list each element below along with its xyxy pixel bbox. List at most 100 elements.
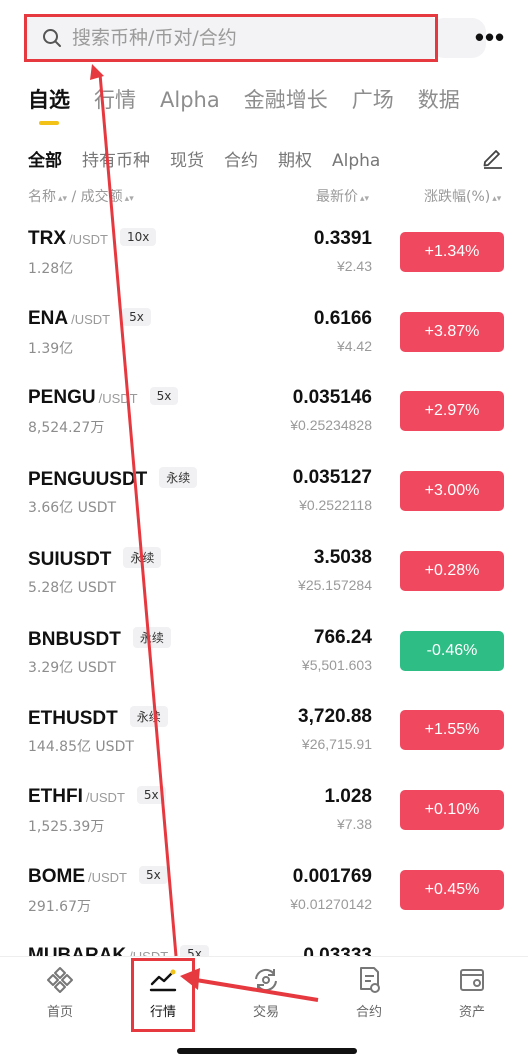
nav-label: 交易 (252, 1005, 279, 1020)
volume-value: 291.67万 (28, 898, 91, 915)
change-badge[interactable]: +3.87% (400, 311, 504, 352)
quote-currency: /USDT (88, 869, 127, 885)
symbol-name: BOME/USDT 5x (28, 865, 168, 888)
symbol-label: SUIUSDT (28, 548, 112, 570)
market-row[interactable]: ENA/USDT 5x 1.39亿 0.6166 ¥4.42 +3.87% (0, 292, 528, 372)
quote-currency: /USDT (69, 232, 108, 247)
nav-label: 资产 (458, 1005, 485, 1020)
change-badge[interactable]: +2.97% (400, 391, 504, 432)
market-row[interactable]: ETHFI/USDT 5x 1,525.39万 1.028 ¥7.38 +0.10% (0, 770, 528, 850)
tab-earn[interactable]: 金融增长 (244, 84, 328, 114)
symbol-label: PENGU (28, 387, 96, 409)
symbol-name: ENA/USDT 5x (28, 307, 151, 330)
column-name-label: 名称 (28, 189, 56, 205)
symbol-label: BNBUSDT (28, 628, 121, 650)
cny-price: ¥0.25234828 (290, 417, 372, 434)
tab-alpha[interactable]: Alpha (160, 88, 220, 112)
last-price: 3,720.88 (298, 706, 372, 728)
column-change-label: 涨跌幅(%) (424, 189, 491, 205)
column-header-name-volume[interactable]: 名称 ▴▾ / 成交额 ▴▾ (28, 186, 134, 206)
volume-value: 1,525.39万 (28, 818, 105, 835)
tab-markets[interactable]: 行情 (94, 84, 136, 114)
change-badge[interactable]: +1.55% (400, 710, 504, 751)
nav-home[interactable]: 首页 (20, 965, 100, 1020)
subtab-alpha[interactable]: Alpha (332, 151, 380, 171)
change-badge[interactable]: -0.46% (400, 630, 504, 671)
change-badge[interactable]: +1.34% (400, 232, 504, 272)
market-row[interactable]: BNBUSDT 永续 3.29亿 USDT 766.24 ¥5,501.603 -0.46… (0, 611, 528, 691)
column-header-change[interactable]: 涨跌幅(%) ▴▾ (424, 186, 501, 206)
subtab-options[interactable]: 期权 (278, 146, 312, 171)
subtab-holdings[interactable]: 持有币种 (82, 146, 150, 171)
market-row[interactable]: TRX/USDT 10x 1.28亿 0.3391 ¥2.43 +1.34% (0, 212, 528, 292)
home-icon (47, 967, 73, 993)
quote-currency: /USDT (85, 789, 125, 805)
symbol-name: ETHUSDT 永续 (28, 706, 168, 730)
quote-currency: /USDT (98, 391, 138, 407)
symbol-name: TRX/USDT 10x (28, 228, 157, 250)
column-separator: / (67, 189, 81, 205)
search-box[interactable] (24, 14, 438, 62)
symbol-label: PENGUUSDT (28, 469, 148, 491)
cny-price: ¥0.2522118 (299, 497, 372, 514)
leverage-tag: 5x (136, 785, 166, 804)
subtab-all[interactable]: 全部 (28, 146, 62, 171)
sort-icon: ▴▾ (360, 194, 370, 204)
last-price: 766.24 (313, 626, 372, 648)
cny-price: ¥7.38 (336, 815, 372, 832)
search-icon (43, 29, 61, 47)
volume-value: 3.66亿 USDT (28, 500, 117, 517)
market-row[interactable]: SUIUSDT 永续 5.28亿 USDT 3.5038 ¥25.157284 +0.28… (0, 531, 528, 611)
tab-data[interactable]: 数据 (418, 84, 460, 114)
symbol-name: ETHFI/USDT 5x (28, 785, 166, 808)
tab-square[interactable]: 广场 (352, 84, 394, 114)
change-badge[interactable]: +0.28% (400, 550, 504, 591)
symbol-label: BOME (28, 865, 85, 887)
last-price: 0.035127 (292, 467, 372, 489)
leverage-tag: 5x (149, 387, 179, 406)
leverage-tag: 10x (120, 228, 157, 246)
tab-favorites[interactable]: 自选 (28, 84, 70, 114)
change-badge[interactable]: +0.45% (400, 869, 504, 910)
sub-tabs: 全部 持有币种 现货 合约 期权 Alpha (28, 146, 380, 171)
cny-price: ¥0.01270142 (290, 895, 372, 912)
nav-assets[interactable]: 资产 (432, 965, 512, 1020)
trade-icon (255, 968, 277, 992)
cny-price: ¥26,715.91 (301, 736, 372, 753)
column-header-price[interactable]: 最新价 ▴▾ (316, 186, 369, 206)
last-price: 1.028 (324, 785, 372, 807)
last-price: 0.001769 (292, 865, 372, 887)
search-bar[interactable] (24, 14, 486, 62)
symbol-name: BNBUSDT 永续 (28, 626, 171, 651)
nav-markets[interactable]: 行情 (123, 965, 203, 1020)
leverage-tag: 永续 (129, 706, 168, 728)
more-menu-button[interactable]: ••• (470, 22, 510, 52)
bottom-navigation: 首页 行情 交易 合约 资产 (0, 956, 528, 1061)
market-row[interactable]: PENGUUSDT 永续 3.66亿 USDT 0.035127 ¥0.2522118 +… (0, 451, 528, 531)
column-volume-label: 成交额 (80, 189, 123, 205)
market-row[interactable]: ETHUSDT 永续 144.85亿 USDT 3,720.88 ¥26,715.91 +… (0, 690, 528, 770)
leverage-tag: 永续 (132, 626, 171, 648)
market-row[interactable]: PENGU/USDT 5x 8,524.27万 0.035146 ¥0.25234828… (0, 371, 528, 451)
nav-trade[interactable]: 交易 (226, 965, 306, 1020)
subtab-spot[interactable]: 现货 (170, 146, 204, 171)
subtab-futures[interactable]: 合约 (224, 146, 258, 171)
last-price: 3.5038 (313, 546, 372, 568)
nav-futures[interactable]: 合约 (329, 965, 409, 1020)
symbol-label: ENA (28, 307, 69, 329)
change-badge[interactable]: +0.10% (400, 789, 504, 830)
sort-icon: ▴▾ (124, 194, 134, 204)
leverage-tag: 永续 (159, 467, 198, 489)
volume-value: 144.85亿 USDT (28, 739, 134, 756)
market-row[interactable]: BOME/USDT 5x 291.67万 0.001769 ¥0.01270142 +0.… (0, 850, 528, 930)
volume-value: 8,524.27万 (28, 420, 105, 437)
home-indicator (177, 1048, 357, 1054)
change-badge[interactable]: +3.00% (400, 471, 504, 512)
sort-icon: ▴▾ (492, 194, 502, 204)
search-input[interactable] (72, 27, 402, 49)
volume-value: 3.29亿 USDT (28, 659, 117, 676)
quote-currency: /USDT (71, 311, 111, 327)
markets-icon (149, 969, 177, 992)
leverage-tag: 永续 (123, 546, 162, 568)
edit-icon[interactable] (480, 144, 506, 170)
